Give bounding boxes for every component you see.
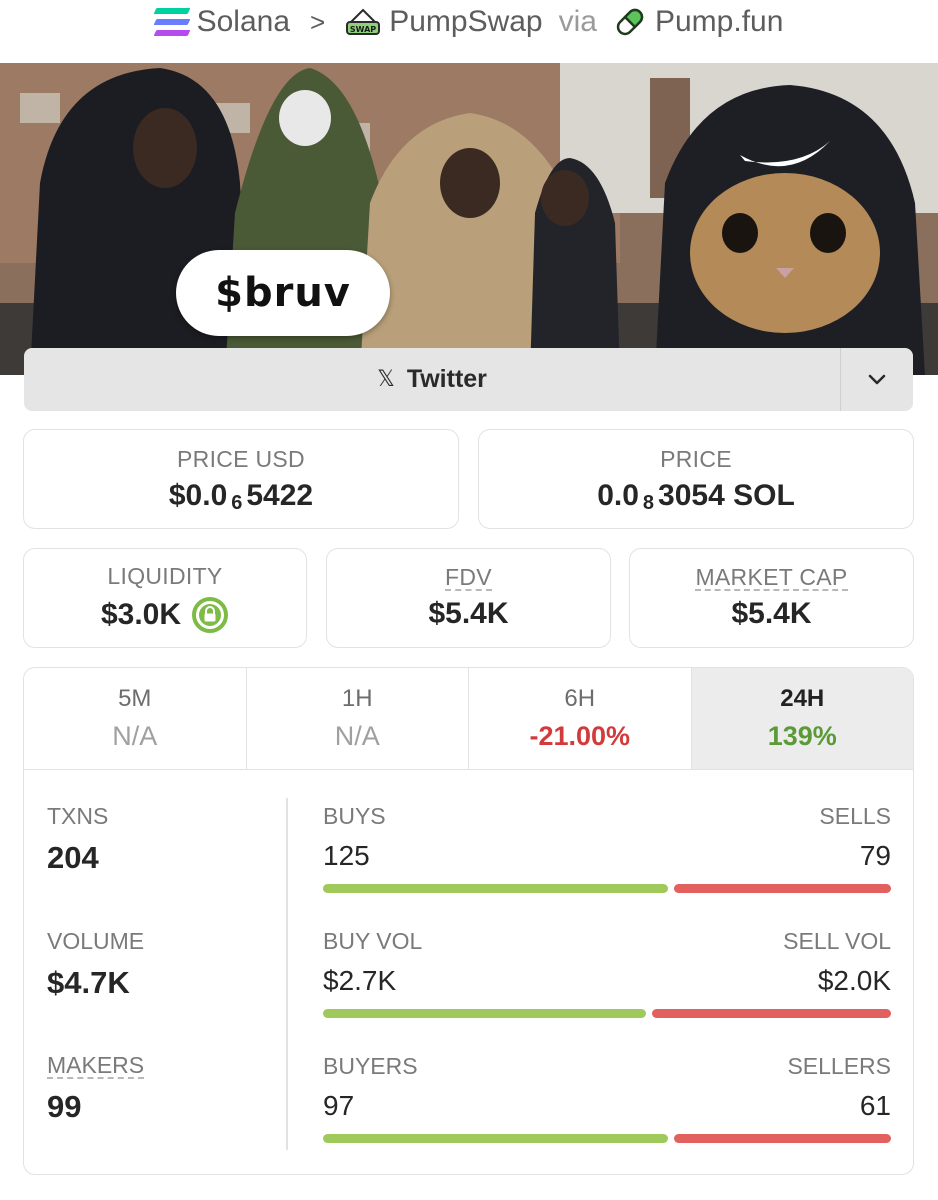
price-native-card: PRICE 0.0 8 3054 SOL <box>478 429 914 529</box>
sell-vol-value: $2.0K <box>817 965 891 996</box>
buys-sells-split: BUYS SELLS 125 79 <box>323 803 891 893</box>
tab-24h-change: 139% <box>767 721 837 751</box>
buy-vol-value: $2.7K <box>323 965 397 996</box>
buys-value: 125 <box>323 840 370 871</box>
liquidity-card: LIQUIDITY $3.0K <box>23 548 307 648</box>
makers-split: BUYERS SELLERS 97 61 <box>323 1053 891 1143</box>
price-usd-digits: 5422 <box>246 478 314 512</box>
price-native-label: PRICE <box>660 445 732 472</box>
buyers-value: 97 <box>323 1090 355 1121</box>
socials-bar: 𝕏 Twitter <box>24 348 913 411</box>
volume-stat: VOLUME $4.7K <box>47 928 144 1001</box>
price-usd-value: $0.0 6 5422 <box>168 478 314 515</box>
twitter-label: Twitter <box>406 365 487 393</box>
tab-5m-change: N/A <box>112 721 158 751</box>
banner-image <box>0 63 938 375</box>
breadcrumb-chain-label: Solana <box>196 5 291 38</box>
liquidity-label: LIQUIDITY <box>107 562 223 589</box>
pill-icon <box>616 8 644 36</box>
tab-6h-label: 6H <box>564 685 596 712</box>
market-cap-label[interactable]: MARKET CAP <box>695 565 848 592</box>
price-usd-prefix: $0.0 <box>168 478 228 512</box>
breadcrumb-separator: > <box>310 6 326 37</box>
tab-24h[interactable]: 24H 139% <box>691 668 913 769</box>
tab-1h-label: 1H <box>341 685 373 712</box>
volume-bar <box>323 1009 891 1018</box>
solana-icon <box>153 8 190 36</box>
txns-label: TXNS <box>47 803 109 829</box>
txns-stat: TXNS 204 <box>47 803 108 876</box>
price-usd-label: PRICE USD <box>177 445 305 472</box>
fdv-card: FDV $5.4K <box>326 548 611 648</box>
pumpswap-icon-text: SWAP <box>350 25 376 34</box>
x-logo-icon: 𝕏 <box>377 367 395 392</box>
sellers-label: SELLERS <box>787 1053 891 1079</box>
breadcrumb-dex[interactable]: SWAP PumpSwap <box>345 5 543 39</box>
sells-label: SELLS <box>819 803 891 829</box>
tab-1h[interactable]: 1H N/A <box>247 668 469 769</box>
twitter-button[interactable]: 𝕏 Twitter <box>24 348 840 411</box>
sellers-bar <box>674 1134 891 1143</box>
chevron-down-icon <box>868 374 886 384</box>
sell-vol-bar <box>652 1009 891 1018</box>
price-native-zero-count: 8 <box>642 492 655 514</box>
tab-24h-label: 24H <box>780 685 825 712</box>
ticker-badge: $bruv <box>176 250 390 336</box>
stats-divider <box>286 798 288 1150</box>
makers-stat: MAKERS 99 <box>47 1053 145 1125</box>
buy-vol-label: BUY VOL <box>323 928 423 954</box>
tab-5m[interactable]: 5M N/A <box>24 668 247 769</box>
pumpswap-icon: SWAP <box>346 8 381 35</box>
token-banner: $bruv <box>0 63 938 375</box>
breadcrumb-dex-label: PumpSwap <box>389 5 543 38</box>
market-cap-card: MARKET CAP $5.4K <box>629 548 914 648</box>
breadcrumb: Solana > SWAP PumpSwap via Pump.fun <box>0 0 938 44</box>
tab-6h-change: -21.00% <box>529 721 631 751</box>
stats-grid: TXNS 204 VOLUME $4.7K MAKERS 99 BUYS SEL… <box>24 770 913 1174</box>
volume-value: $4.7K <box>47 965 130 1000</box>
liquidity-value-row: $3.0K <box>101 596 229 634</box>
breadcrumb-platform-label: Pump.fun <box>654 5 784 38</box>
price-usd-zero-count: 6 <box>231 492 243 514</box>
period-tabs: 5M N/A 1H N/A 6H -21.00% 24H 139% <box>24 668 913 770</box>
buys-label: BUYS <box>323 803 386 829</box>
breadcrumb-platform[interactable]: Pump.fun <box>613 5 783 39</box>
buy-vol-bar <box>323 1009 646 1018</box>
txns-value: 204 <box>47 840 99 875</box>
price-native-prefix: 0.0 <box>597 478 639 512</box>
price-usd-card: PRICE USD $0.0 6 5422 <box>23 429 459 529</box>
sell-vol-label: SELL VOL <box>783 928 891 954</box>
market-cap-value: $5.4K <box>731 597 812 631</box>
tab-5m-label: 5M <box>118 685 152 712</box>
liquidity-value: $3.0K <box>100 597 182 631</box>
stats-panel: 5M N/A 1H N/A 6H -21.00% 24H 139% TXNS 2… <box>23 667 914 1175</box>
liquidity-locked-icon[interactable] <box>191 596 229 634</box>
buyers-bar <box>323 1134 668 1143</box>
price-native-digits: 3054 SOL <box>658 478 795 512</box>
socials-expand-button[interactable] <box>840 348 913 411</box>
makers-value: 99 <box>47 1089 82 1125</box>
price-native-value: 0.0 8 3054 SOL <box>597 478 795 515</box>
fdv-value: $5.4K <box>428 597 509 631</box>
sells-bar <box>674 884 891 893</box>
breadcrumb-via: via <box>558 5 597 38</box>
sells-value: 79 <box>859 840 891 871</box>
makers-bar <box>323 1134 891 1143</box>
buyers-label: BUYERS <box>323 1053 418 1079</box>
tab-1h-change: N/A <box>334 721 380 751</box>
breadcrumb-chain[interactable]: Solana <box>153 5 291 39</box>
tab-6h[interactable]: 6H -21.00% <box>469 668 692 769</box>
buys-bar <box>323 884 668 893</box>
sellers-value: 61 <box>859 1090 891 1121</box>
buys-sells-bar <box>323 884 891 893</box>
makers-label[interactable]: MAKERS <box>47 1053 145 1080</box>
volume-split: BUY VOL SELL VOL $2.7K $2.0K <box>323 928 891 1018</box>
volume-label: VOLUME <box>47 928 145 954</box>
fdv-label[interactable]: FDV <box>445 565 492 592</box>
